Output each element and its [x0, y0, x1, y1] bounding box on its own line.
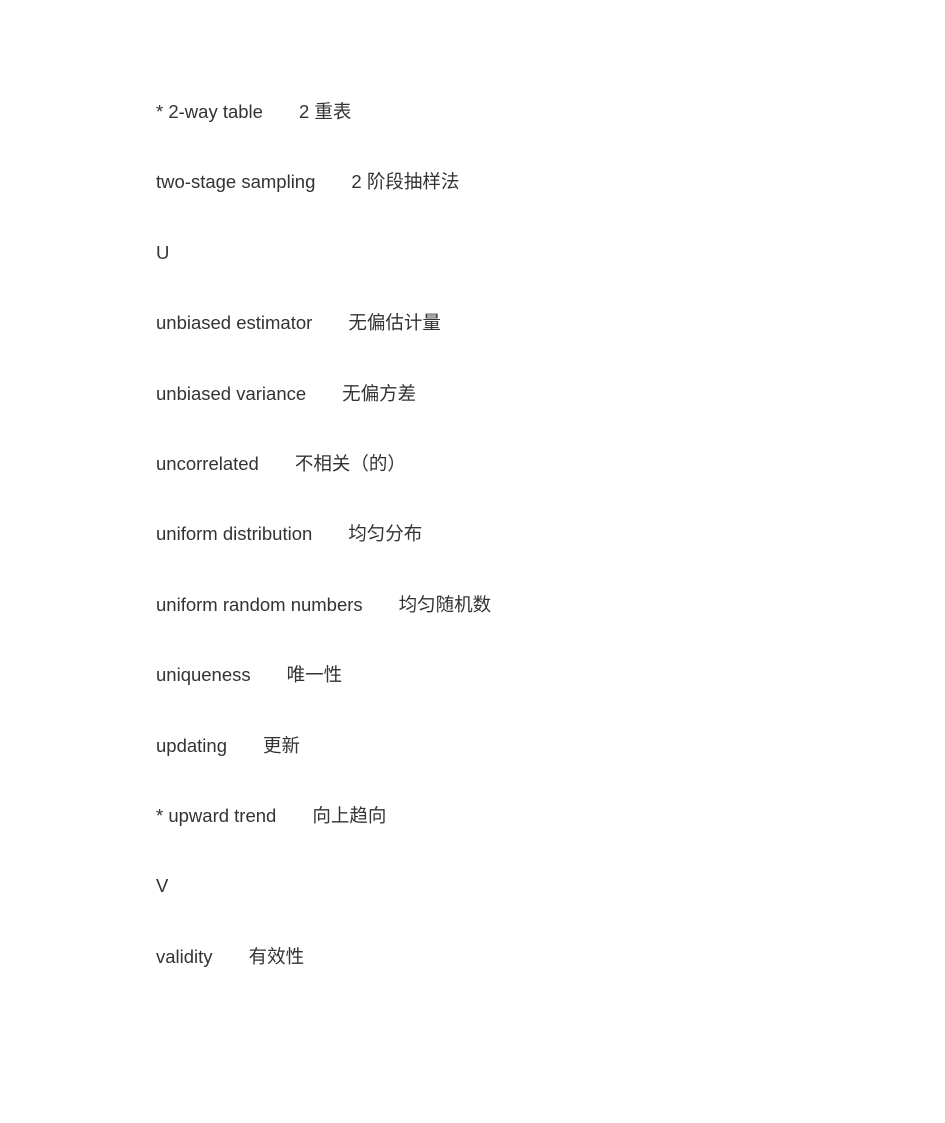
glossary-entry: uniform random numbers 均匀随机数: [156, 591, 491, 661]
entry-translation: 不相关（的）: [294, 452, 406, 474]
entry-term: updating: [156, 734, 227, 756]
entry-term: * 2-way table: [156, 101, 263, 122]
entry-term: uniqueness: [156, 664, 251, 686]
entry-term: unbiased variance: [156, 382, 307, 404]
section-letter: U: [156, 241, 170, 263]
entry-translation: 均匀随机数: [398, 593, 492, 615]
entry-term: uniform distribution: [156, 523, 313, 545]
entry-translation: 更新: [262, 734, 300, 756]
entry-term: unbiased estimator: [156, 312, 313, 334]
entry-translation: 有效性: [248, 945, 305, 967]
entry-term: * upward trend: [156, 804, 277, 826]
entry-translation: 无偏方差: [342, 382, 417, 404]
section-letter-v: V: [156, 872, 491, 942]
glossary-entry: unbiased estimator 无偏估计量: [156, 309, 491, 379]
entry-translation: 向上趋向: [312, 804, 387, 826]
entry-translation: 唯一性: [286, 664, 343, 686]
glossary-entry: updating 更新: [156, 732, 491, 802]
glossary-page: * 2-way table 2 重表 two-stage sampling 2 阶段…: [156, 98, 491, 1013]
glossary-entry: validity 有效性: [156, 943, 491, 1013]
entry-translation: 2 阶段抽样法: [351, 171, 460, 193]
section-letter: V: [156, 875, 169, 897]
glossary-entry: two-stage sampling 2 阶段抽样法: [156, 168, 491, 238]
glossary-entry: * 2-way table 2 重表: [156, 98, 491, 168]
glossary-entry: uniform distribution 均匀分布: [156, 520, 491, 590]
entry-term: two-stage sampling: [156, 171, 316, 193]
glossary-entry: uncorrelated 不相关（的）: [156, 450, 491, 520]
entry-term: uniform random numbers: [156, 593, 363, 615]
glossary-entry: * upward trend 向上趋向: [156, 802, 491, 872]
glossary-entry: unbiased variance 无偏方差: [156, 380, 491, 450]
entry-translation: 无偏估计量: [348, 312, 441, 334]
entry-term: validity: [156, 945, 213, 967]
entry-term: uncorrelated: [156, 452, 259, 474]
entry-translation: 2 重表: [298, 101, 352, 122]
section-letter-u: U: [156, 239, 491, 309]
glossary-entry: uniqueness 唯一性: [156, 661, 491, 731]
entry-translation: 均匀分布: [348, 523, 423, 545]
